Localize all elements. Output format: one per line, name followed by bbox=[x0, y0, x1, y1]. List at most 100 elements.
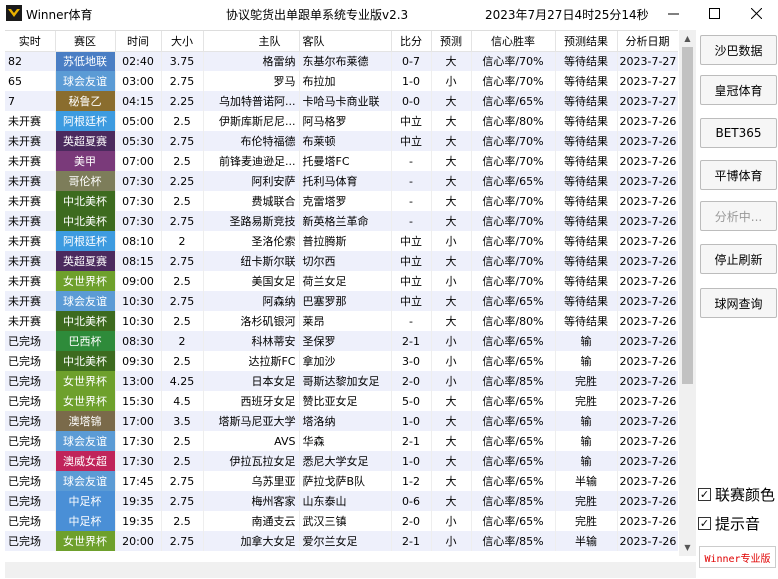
cell-status: 82 bbox=[5, 51, 56, 71]
maximize-button[interactable] bbox=[698, 0, 730, 27]
cell-home: 梅州客家 bbox=[203, 491, 300, 511]
table-row[interactable]: 已完场 中足杯 19:35 2.75 梅州客家 山东泰山 0-6 大信心率/85% 完胜 2023… bbox=[5, 491, 678, 511]
table-row[interactable]: 7 秘鲁乙 04:15 2.25 乌加特普诺阿... 卡哈马卡商业联 0-0 大信心率/65%… bbox=[5, 91, 678, 111]
table-row[interactable]: 已完场 中足杯 19:35 2.5 南通支云 武汉三镇 2-0 小信心率/65% 完胜 2023-… bbox=[5, 511, 678, 531]
cell-pick: 大 bbox=[431, 171, 472, 191]
table-row[interactable]: 未开赛 哥伦杯 07:30 2.25 阿利安萨 托利马体育 - 大信心率/65% 等待结果 202… bbox=[5, 171, 678, 191]
checkbox-row-0[interactable]: ✓ 联赛颜色 bbox=[698, 484, 775, 505]
cell-confidence: 信心率/70% bbox=[471, 191, 556, 211]
cell-home: 费城联合 bbox=[203, 191, 300, 211]
table-row[interactable]: 未开赛 英超夏赛 05:30 2.75 布伦特福德 布莱顿 中立大信心率/70% 等待结果 20… bbox=[5, 131, 678, 151]
col-header-status[interactable]: 实时 bbox=[5, 31, 56, 52]
cell-time: 04:15 bbox=[115, 91, 162, 111]
scroll-thumb[interactable] bbox=[682, 47, 693, 384]
sidebar-button-5[interactable]: 停止刷新 bbox=[700, 244, 777, 274]
cell-line: 2.5 bbox=[161, 311, 204, 331]
col-header-pick[interactable]: 预测 bbox=[431, 31, 472, 52]
close-button[interactable] bbox=[740, 0, 772, 27]
table-row[interactable]: 未开赛 女世界杯 09:00 2.5 美国女足 荷兰女足 中立小信心率/70% 等待结果 202… bbox=[5, 271, 678, 291]
horizontal-scrollbar[interactable] bbox=[5, 562, 696, 578]
cell-away: 莱昂 bbox=[299, 311, 392, 331]
cell-home: 格雷纳 bbox=[203, 51, 300, 71]
col-header-league[interactable]: 赛区 bbox=[55, 31, 116, 52]
col-header-score[interactable]: 比分 bbox=[391, 31, 432, 52]
cell-away: 阿马格罗 bbox=[299, 111, 392, 131]
table-row[interactable]: 已完场 澳塔锦 17:00 3.5 塔斯马尼亚大学 塔洛纳 1-0 大信心率/65% 输 2023… bbox=[5, 411, 678, 431]
sidebar-button-2[interactable]: BET365 bbox=[700, 118, 777, 148]
cell-home: 阿利安萨 bbox=[203, 171, 300, 191]
cell-result: 完胜 bbox=[555, 491, 618, 511]
cell-line: 2.5 bbox=[161, 351, 204, 371]
cell-league: 阿根廷杯 bbox=[55, 111, 116, 131]
table-row[interactable]: 已完场 澳威女超 17:30 2.5 伊拉瓦拉女足 悉尼大学女足 1-0 大信心率/65% 输 2… bbox=[5, 451, 678, 471]
table-row[interactable]: 未开赛 球会友谊 10:30 2.75 阿森纳 巴塞罗那 中立大信心率/65% 等待结果 202… bbox=[5, 291, 678, 311]
cell-line: 2 bbox=[161, 331, 204, 351]
table-row[interactable]: 已完场 球会友谊 17:30 2.5 AVS 华森 2-1 大信心率/65% 输 2023-7-2… bbox=[5, 431, 678, 451]
table-row[interactable]: 65 球会友谊 03:00 2.75 罗马 布拉加 1-0 小信心率/70% 等待结果 2023-… bbox=[5, 71, 678, 91]
table-row[interactable]: 未开赛 中北美杯 10:30 2.5 洛杉矶银河 莱昂 - 大信心率/80% 等待结果 2023-… bbox=[5, 311, 678, 331]
col-header-date[interactable]: 分析日期 bbox=[617, 31, 678, 52]
cell-line: 2.5 bbox=[161, 271, 204, 291]
cell-status: 未开赛 bbox=[5, 311, 56, 331]
minimize-button[interactable] bbox=[657, 0, 689, 27]
cell-time: 09:30 bbox=[115, 351, 162, 371]
cell-home: 西班牙女足 bbox=[203, 391, 300, 411]
cell-league: 苏低地联 bbox=[55, 51, 116, 71]
col-header-home[interactable]: 主队 bbox=[203, 31, 300, 52]
cell-status: 未开赛 bbox=[5, 291, 56, 311]
cell-date: 2023-7-26 bbox=[617, 511, 678, 531]
cell-time: 02:40 bbox=[115, 51, 162, 71]
cell-result: 等待结果 bbox=[555, 131, 618, 151]
sidebar-button-1[interactable]: 皇冠体育 bbox=[700, 75, 777, 105]
cell-score: 2-1 bbox=[391, 531, 432, 551]
col-header-away[interactable]: 客队 bbox=[299, 31, 392, 52]
scroll-down-icon[interactable]: ▼ bbox=[679, 539, 696, 556]
col-header-result[interactable]: 预测结果 bbox=[555, 31, 618, 52]
col-header-confidence[interactable]: 信心胜率 bbox=[471, 31, 556, 52]
table-row[interactable]: 已完场 中北美杯 09:30 2.5 达拉斯FC 拿加沙 3-0 小信心率/65% 输 2023-… bbox=[5, 351, 678, 371]
table-row[interactable]: 未开赛 阿根廷杯 05:00 2.5 伊斯库斯尼尼... 阿马格罗 中立大信心率/80% 等待… bbox=[5, 111, 678, 131]
cell-status: 未开赛 bbox=[5, 191, 56, 211]
table-row[interactable]: 未开赛 阿根廷杯 08:10 2 圣洛伦索 普拉腾斯 中立小信心率/70% 等待结果 2023-… bbox=[5, 231, 678, 251]
cell-pick: 大 bbox=[431, 131, 472, 151]
cell-date: 2023-7-27 bbox=[617, 91, 678, 111]
cell-time: 19:35 bbox=[115, 491, 162, 511]
cell-date: 2023-7-27 bbox=[617, 71, 678, 91]
cell-score: - bbox=[391, 191, 432, 211]
col-header-time[interactable]: 时间 bbox=[115, 31, 162, 52]
cell-time: 17:45 bbox=[115, 471, 162, 491]
cell-line: 2.5 bbox=[161, 511, 204, 531]
cell-league: 美甲 bbox=[55, 151, 116, 171]
cell-score: 中立 bbox=[391, 131, 432, 151]
checkbox-icon[interactable]: ✓ bbox=[698, 517, 711, 530]
table-row[interactable]: 已完场 女世界杯 13:00 4.25 日本女足 哥斯达黎加女足 2-0 小信心率/85% 完胜… bbox=[5, 371, 678, 391]
table-row[interactable]: 已完场 女世界杯 20:00 2.75 加拿大女足 爱尔兰女足 2-1 小信心率/85% 半输 2… bbox=[5, 531, 678, 551]
checkbox-icon[interactable]: ✓ bbox=[698, 488, 711, 501]
cell-home: 乌苏里亚 bbox=[203, 471, 300, 491]
table-row[interactable]: 已完场 女世界杯 15:30 4.5 西班牙女足 赞比亚女足 5-0 大信心率/65% 完胜 20… bbox=[5, 391, 678, 411]
sidebar-button-0[interactable]: 沙巴数据 bbox=[700, 35, 777, 65]
table-row[interactable]: 未开赛 英超夏赛 08:15 2.75 纽卡斯尔联 切尔西 中立大信心率/70% 等待结果 20… bbox=[5, 251, 678, 271]
table-row[interactable]: 未开赛 中北美杯 07:30 2.5 费城联合 克雷塔罗 - 大信心率/70% 等待结果 2023… bbox=[5, 191, 678, 211]
sidebar-button-3[interactable]: 平博体育 bbox=[700, 160, 777, 190]
cell-away: 卡哈马卡商业联 bbox=[299, 91, 392, 111]
sidebar-button-6[interactable]: 球网查询 bbox=[700, 288, 777, 318]
vertical-scrollbar[interactable]: ▲ ▼ bbox=[679, 30, 696, 556]
col-header-line[interactable]: 大小 bbox=[161, 31, 204, 52]
cell-time: 07:00 bbox=[115, 151, 162, 171]
cell-time: 08:15 bbox=[115, 251, 162, 271]
table-row[interactable]: 已完场 巴西杯 08:30 2 科林蒂安 圣保罗 2-1 小信心率/65% 输 2023-7-26 bbox=[5, 331, 678, 351]
cell-time: 15:30 bbox=[115, 391, 162, 411]
table-row[interactable]: 未开赛 中北美杯 07:30 2.75 圣路易斯竞技 新英格兰革命 - 大信心率/70% 等待结… bbox=[5, 211, 678, 231]
cell-home: 伊斯库斯尼尼... bbox=[203, 111, 300, 131]
cell-away: 东基尔布莱德 bbox=[299, 51, 392, 71]
table-row[interactable]: 已完场 球会友谊 17:45 2.75 乌苏里亚 萨拉戈萨B队 1-2 大信心率/65% 半输 2… bbox=[5, 471, 678, 491]
scroll-up-icon[interactable]: ▲ bbox=[679, 30, 696, 47]
table-row[interactable]: 82 苏低地联 02:40 3.75 格雷纳 东基尔布莱德 0-7 大信心率/70% 等待结果 2… bbox=[5, 51, 678, 71]
checkbox-row-1[interactable]: ✓ 提示音 bbox=[698, 513, 760, 534]
cell-result: 等待结果 bbox=[555, 251, 618, 271]
cell-date: 2023-7-26 bbox=[617, 251, 678, 271]
table-row[interactable]: 未开赛 美甲 07:00 2.5 前锋麦迪逊足... 托曼塔FC - 大信心率/70% 等待结果… bbox=[5, 151, 678, 171]
sidebar-button-4[interactable]: 分析中... bbox=[700, 201, 777, 231]
match-table: 实时 赛区 时间 大小 主队 客队 比分 预测 信心胜率 预测结果 分析日期 8… bbox=[5, 30, 678, 579]
